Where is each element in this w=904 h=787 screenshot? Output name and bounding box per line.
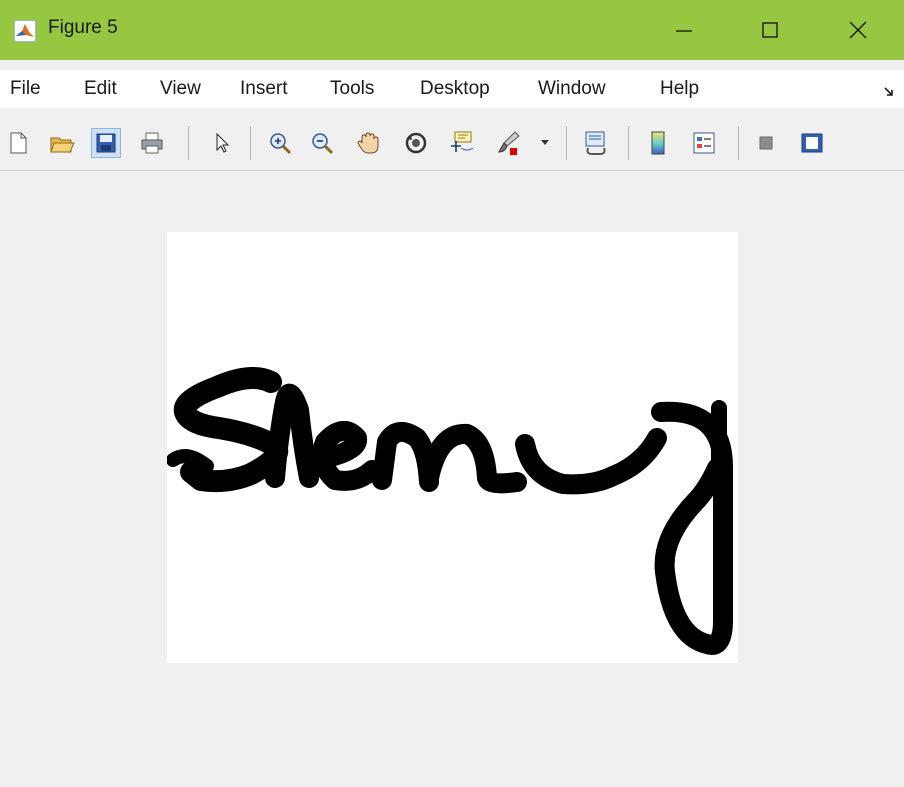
window-title: Figure 5 [48, 17, 118, 38]
edit-plot-icon[interactable] [208, 129, 236, 157]
toolbar-separator [188, 126, 189, 160]
menu-bar: File Edit View Insert Tools Desktop Wind… [0, 70, 904, 108]
show-plot-tools-icon[interactable] [798, 129, 826, 157]
toolbar-separator [566, 126, 567, 160]
minimize-icon [674, 20, 694, 40]
menu-insert[interactable]: Insert [240, 78, 288, 100]
print-icon[interactable] [138, 129, 166, 157]
menu-edit[interactable]: Edit [84, 78, 117, 100]
close-button[interactable] [818, 0, 898, 60]
rotate-3d-icon[interactable] [402, 129, 430, 157]
menu-window[interactable]: Window [538, 78, 606, 100]
zoom-in-icon[interactable] [266, 129, 294, 157]
new-figure-icon[interactable] [4, 129, 32, 157]
menu-view[interactable]: View [160, 78, 201, 100]
menu-help[interactable]: Help [660, 78, 699, 100]
link-plot-icon[interactable] [582, 129, 610, 157]
brush-dropdown-icon[interactable] [538, 129, 552, 157]
menu-file[interactable]: File [10, 78, 41, 100]
dock-arrow-icon[interactable] [884, 84, 894, 102]
matlab-icon [13, 19, 37, 43]
close-icon [848, 20, 868, 40]
maximize-icon [760, 20, 780, 40]
open-file-icon[interactable] [48, 129, 76, 157]
handwritten-signature [167, 367, 733, 655]
insert-colorbar-icon[interactable] [644, 129, 672, 157]
toolbar-separator [250, 126, 251, 160]
menu-desktop[interactable]: Desktop [420, 78, 490, 100]
save-icon[interactable] [91, 128, 121, 158]
toolbar-separator [628, 126, 629, 160]
figure-toolbar [0, 116, 904, 171]
insert-legend-icon[interactable] [690, 129, 718, 157]
minimize-button[interactable] [644, 0, 724, 60]
brush-icon[interactable] [494, 129, 522, 157]
figure-axes[interactable] [167, 232, 738, 663]
menu-tools[interactable]: Tools [330, 78, 374, 100]
data-cursor-icon[interactable] [448, 129, 476, 157]
hide-plot-tools-icon[interactable] [752, 129, 780, 157]
maximize-button[interactable] [730, 0, 810, 60]
title-bar[interactable]: Figure 5 [0, 0, 904, 60]
zoom-out-icon[interactable] [308, 129, 336, 157]
toolbar-separator [738, 126, 739, 160]
pan-icon[interactable] [354, 129, 382, 157]
